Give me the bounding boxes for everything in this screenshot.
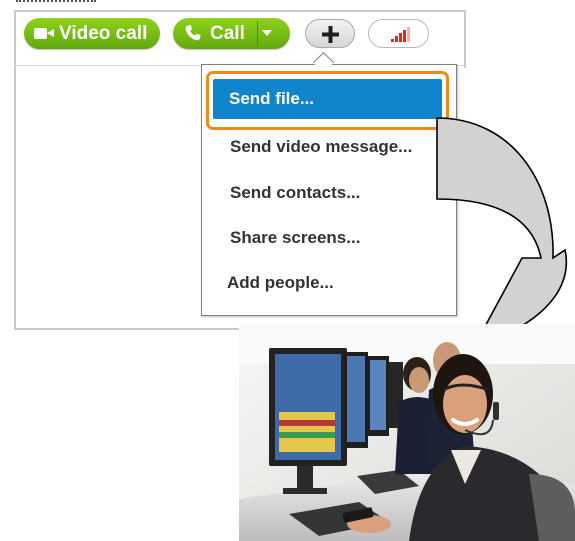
customer-support-photo [239,324,575,541]
